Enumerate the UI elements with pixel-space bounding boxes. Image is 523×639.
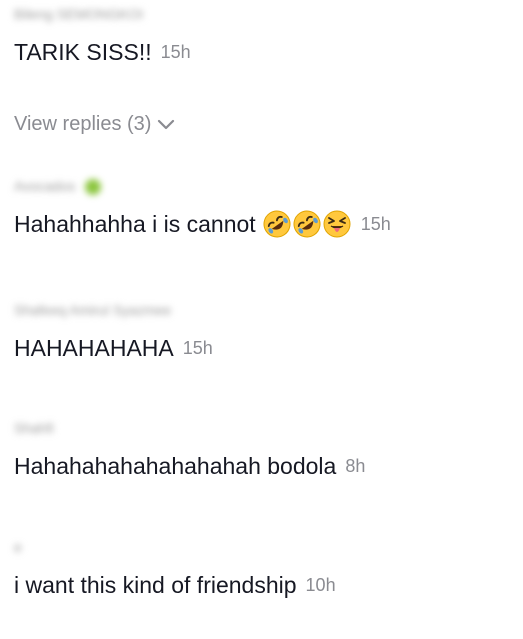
comment-time: 15h <box>360 214 391 234</box>
comment-item[interactable]: Bileng SEMONGKOI TARIK SISS!! 15h <box>14 4 509 67</box>
comment-body: HAHAHAHAHA 15h <box>14 333 509 363</box>
comment-time: 10h <box>305 575 336 595</box>
comments-list: Bileng SEMONGKOI TARIK SISS!! 15h View r… <box>0 0 523 639</box>
view-replies-button[interactable]: View replies (3) <box>14 113 175 136</box>
comment-username[interactable]: e <box>14 537 509 557</box>
comment-body: Hahahahahahahahahah bodola 8h <box>14 451 509 481</box>
comment-username[interactable]: Bileng SEMONGKOI <box>14 4 509 24</box>
comment-body: TARIK SISS!! 15h <box>14 37 509 67</box>
comment-item[interactable]: Shahfi Hahahahahahahahahah bodola 8h <box>14 418 509 481</box>
comment-time: 15h <box>160 42 191 62</box>
comment-username[interactable]: Avocados <box>14 176 509 196</box>
comment-time: 8h <box>345 456 366 476</box>
view-replies-label: View replies (3) <box>14 113 152 135</box>
comment-text: i want this kind of friendship <box>14 572 297 598</box>
comment-body: Hahahhahha i is cannot 15h <box>14 209 509 239</box>
comment-text: HAHAHAHAHA <box>14 335 174 361</box>
comment-item[interactable]: Shafeeq Amirul Syazmee HAHAHAHAHA 15h <box>14 300 509 363</box>
comment-item[interactable]: e i want this kind of friendship 10h <box>14 537 509 600</box>
chevron-down-icon <box>158 119 175 129</box>
rolling-on-floor-laughing-icon <box>263 210 291 238</box>
rolling-on-floor-laughing-icon <box>293 210 321 238</box>
comment-body: i want this kind of friendship 10h <box>14 570 509 600</box>
comment-item[interactable]: Avocados Hahahhahha i is cannot 15h <box>14 176 509 239</box>
avocado-icon <box>85 179 102 196</box>
comment-username[interactable]: Shahfi <box>14 418 509 438</box>
comment-text: Hahahhahha i is cannot <box>14 211 256 237</box>
comment-time: 15h <box>182 338 213 358</box>
comment-text: TARIK SISS!! <box>14 39 152 65</box>
squinting-face-with-tongue-icon <box>323 210 351 238</box>
comment-username-text: Avocados <box>14 178 76 194</box>
comment-text: Hahahahahahahahahah bodola <box>14 453 337 479</box>
comment-username[interactable]: Shafeeq Amirul Syazmee <box>14 300 509 320</box>
emoji-group <box>263 210 351 238</box>
